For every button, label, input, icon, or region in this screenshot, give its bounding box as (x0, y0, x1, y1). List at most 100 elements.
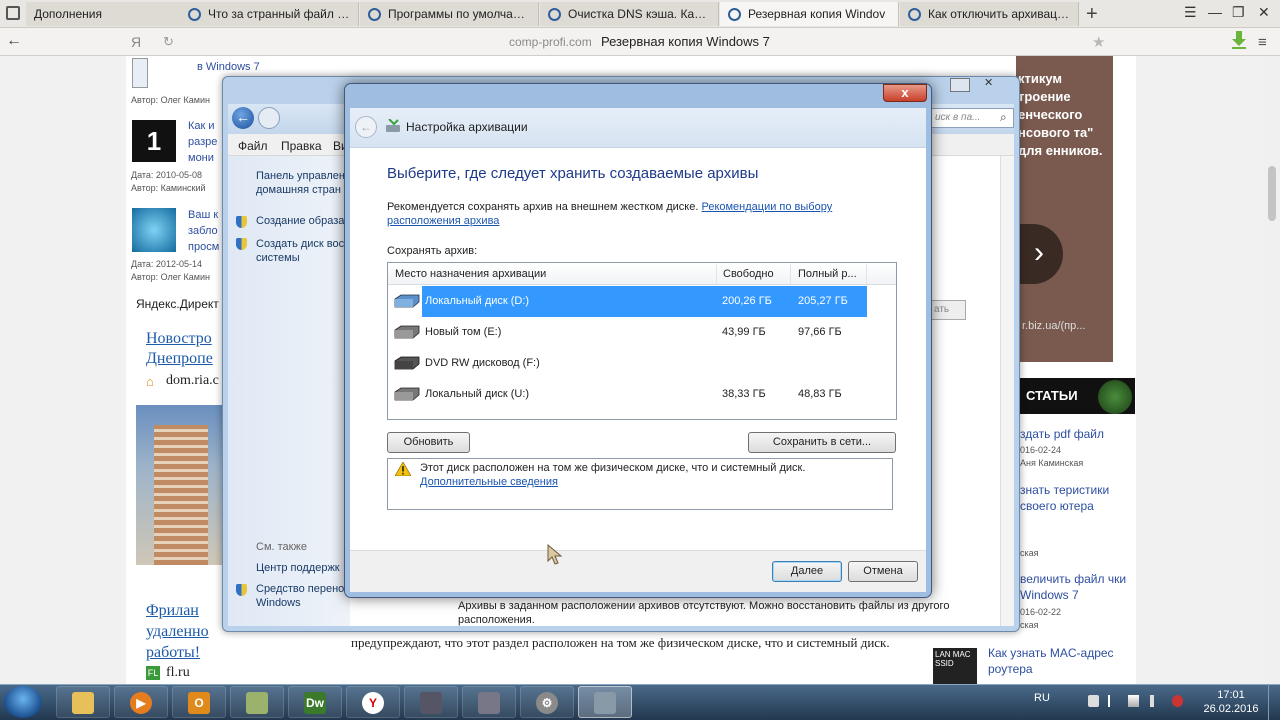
taskbar-network-app[interactable] (462, 686, 516, 718)
tab-disable-archiving[interactable]: Как отключить архивацию в (900, 2, 1079, 26)
column-header-destination[interactable]: Место назначения архивации (395, 268, 546, 280)
article-link[interactable]: Как узнать MAC-адрес роутера (988, 645, 1128, 677)
create-repair-disc-link[interactable]: Создать диск вос системы (256, 237, 350, 265)
drive-row-d[interactable]: Локальный диск (D:) 200,26 ГБ 205,27 ГБ (388, 286, 867, 317)
column-header-free[interactable]: Свободно (723, 268, 774, 280)
restore-icon[interactable]: ❐ (1232, 4, 1245, 21)
explorer-scrollbar[interactable] (1000, 156, 1014, 626)
router-thumb[interactable]: LAN MAC SSID (933, 648, 977, 684)
article-thumb-one[interactable]: 1 (132, 120, 176, 162)
sidebar-article-link[interactable]: Как и разре мони (188, 118, 224, 166)
camera-icon (420, 692, 442, 714)
url-page-title[interactable]: Резервная копия Windows 7 (601, 34, 770, 49)
column-header-total[interactable]: Полный р... (798, 268, 857, 280)
language-indicator[interactable]: RU (1034, 692, 1050, 704)
taskbar-explorer[interactable] (56, 686, 110, 718)
explorer-minimize-icon[interactable] (950, 78, 970, 92)
uac-shield-icon (236, 584, 247, 596)
ad-link[interactable]: удаленно (146, 623, 209, 641)
download-icon[interactable] (1232, 31, 1246, 49)
battery-icon[interactable] (1088, 695, 1099, 707)
ad-building-image[interactable] (136, 405, 228, 565)
page-scrollbar-thumb[interactable] (1268, 166, 1276, 221)
easy-transfer-link[interactable]: Средство перено Windows (256, 582, 350, 610)
column-divider[interactable] (790, 264, 791, 284)
ad-domain[interactable]: dom.ria.c (166, 373, 219, 389)
drive-row-f[interactable]: DVD RW дисковод (F:) (388, 348, 867, 379)
article-link[interactable]: величить файл чки Windows 7 (1020, 571, 1130, 603)
browser-menu-icon[interactable]: ≡ (1258, 34, 1267, 51)
dialog-close-button[interactable]: x (883, 84, 927, 102)
article-date: Дата: 2012-05-14 (131, 259, 202, 269)
ad-domain[interactable]: fl.ru (166, 665, 190, 681)
flag-icon[interactable] (1108, 695, 1119, 707)
dialog-back-icon[interactable]: ← (355, 116, 377, 138)
tray-app-icon[interactable] (1172, 695, 1183, 707)
tabs-menu-icon[interactable]: ☰ (1184, 4, 1197, 21)
start-button[interactable] (4, 686, 42, 718)
more-info-link[interactable]: Дополнительные сведения (420, 476, 558, 488)
explorer-back-icon[interactable]: ← (232, 107, 254, 129)
taskbar-settings-app[interactable]: ⚙ (520, 686, 574, 718)
ad-link[interactable]: Днепропе (146, 350, 213, 368)
tab-thumbs[interactable]: Что за странный файл Thum (180, 2, 359, 26)
page-scrollbar[interactable] (1264, 56, 1280, 684)
save-on-network-button[interactable]: Сохранить в сети... (748, 432, 896, 453)
ad-link[interactable]: Фрилан (146, 602, 199, 620)
taskbar-yandex-browser[interactable]: Y (346, 686, 400, 718)
column-divider[interactable] (866, 264, 867, 284)
tab-list-icon[interactable] (6, 6, 20, 20)
tab-addons[interactable]: Дополнения (26, 2, 205, 26)
taskbar-media-player[interactable]: ▶ (114, 686, 168, 718)
next-button[interactable]: Далее (772, 561, 842, 582)
video-thumb[interactable] (132, 58, 148, 88)
refresh-button[interactable]: Обновить (387, 432, 470, 453)
url-domain[interactable]: comp-profi.com (509, 35, 592, 49)
article-author: Автор: Каминский (131, 183, 206, 193)
taskbar-notepad[interactable] (230, 686, 284, 718)
close-icon[interactable]: ✕ (1258, 4, 1270, 21)
volume-icon[interactable] (1150, 695, 1161, 707)
create-image-link[interactable]: Создание образа (256, 214, 350, 228)
menu-edit[interactable]: Правка (281, 139, 322, 153)
tab-backup-active[interactable]: Резервная копия Windov (720, 2, 899, 26)
network-tray-icon[interactable] (1128, 695, 1139, 707)
yandex-logo[interactable]: Я (131, 34, 141, 50)
drive-row-u[interactable]: Локальный диск (U:) 38,33 ГБ 48,83 ГБ (388, 379, 867, 410)
show-desktop-button[interactable] (1268, 684, 1280, 720)
explorer-forward-icon[interactable] (258, 107, 280, 129)
column-divider[interactable] (716, 264, 717, 284)
uac-shield-icon (236, 238, 247, 250)
drive-name: Новый том (E:) (425, 326, 502, 338)
search-icon[interactable]: ⌕ (1000, 110, 1007, 125)
tab-dns-cache[interactable]: Очистка DNS кэша. Как очис (540, 2, 719, 26)
ad-link[interactable]: Новостро (146, 330, 212, 348)
cancel-button[interactable]: Отмена (848, 561, 918, 582)
article-author: Аня Каминская (1020, 458, 1084, 468)
bookmark-star-icon[interactable]: ★ (1092, 33, 1105, 51)
taskbar-dreamweaver[interactable]: Dw (288, 686, 342, 718)
reload-icon[interactable]: ↻ (163, 34, 174, 50)
back-arrow-icon[interactable]: ← (6, 32, 22, 50)
article-thumb-ie[interactable] (132, 208, 176, 252)
control-panel-home-link[interactable]: Панель управлен домашняя стран (256, 169, 350, 197)
taskbar-backup-app[interactable] (578, 686, 632, 718)
action-center-link[interactable]: Центр поддержк (256, 561, 340, 575)
promo-url[interactable]: r.biz.ua/(пр... (1022, 320, 1085, 332)
minimize-icon[interactable]: — (1208, 4, 1222, 20)
explorer-close-icon[interactable]: ✕ (984, 76, 993, 89)
sidebar-article-link[interactable]: в Windows 7 (197, 61, 260, 73)
article-link[interactable]: здать pdf файл (1020, 426, 1104, 442)
new-tab-button[interactable]: + (1086, 3, 1098, 26)
explorer-action-button[interactable]: ать (930, 300, 966, 320)
menu-file[interactable]: Файл (238, 139, 268, 153)
backup-status-text: Архивы в заданном расположении архивов о… (458, 600, 950, 626)
sidebar-article-link[interactable]: Ваш к забло просм (188, 207, 224, 255)
ad-link[interactable]: работы! (146, 644, 200, 662)
taskbar-outlook[interactable]: O (172, 686, 226, 718)
taskbar-clock[interactable]: 17:01 26.02.2016 (1203, 688, 1259, 716)
tab-default-programs[interactable]: Программы по умолчанию (360, 2, 539, 26)
taskbar-camera-app[interactable] (404, 686, 458, 718)
article-link[interactable]: знать теристики своего ютера (1020, 482, 1130, 514)
drive-row-e[interactable]: Новый том (E:) 43,99 ГБ 97,66 ГБ (388, 317, 867, 348)
